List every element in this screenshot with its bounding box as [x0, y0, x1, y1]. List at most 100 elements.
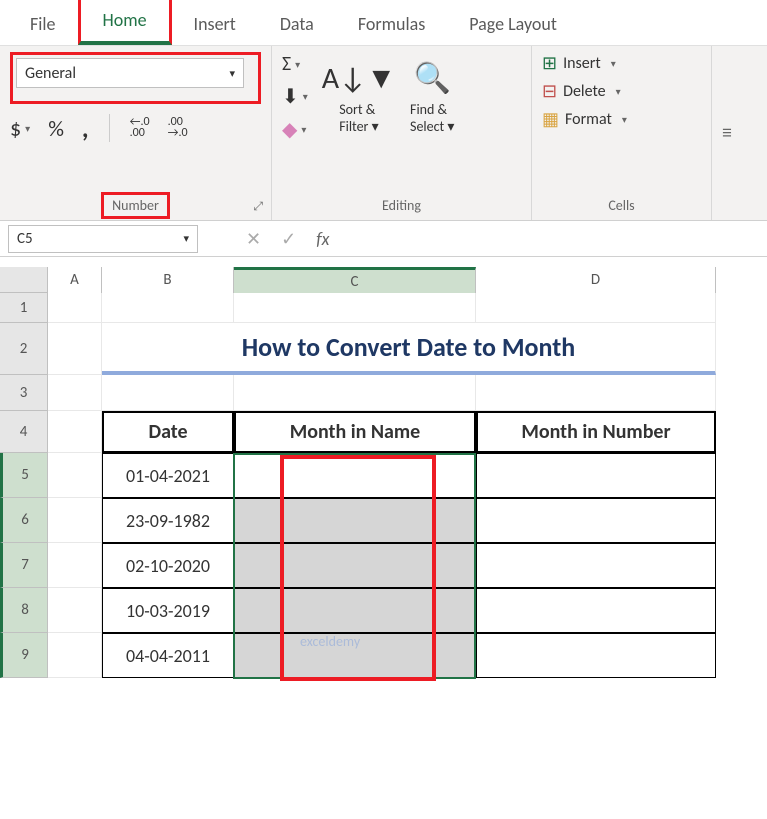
increase-decimal-button[interactable]: ←.0.00 — [130, 117, 150, 139]
chevron-down-icon: ▾ — [622, 113, 627, 126]
row-9: 9 04-04-2011 — [0, 633, 767, 678]
ribbon: General ▾ $▾ % , ←.0.00 .00→.0 Number ⤢ … — [0, 46, 767, 221]
insert-icon: ⊞ — [542, 52, 557, 74]
fx-icon[interactable]: fx — [316, 228, 329, 250]
cancel-icon[interactable]: ✕ — [246, 228, 261, 250]
row-header-9[interactable]: 9 — [0, 633, 48, 678]
chevron-down-icon: ▾ — [295, 58, 300, 71]
clear-button[interactable]: ◆▾ — [282, 117, 308, 142]
cell-a5[interactable] — [48, 453, 102, 498]
formula-bar: C5 ▾ ✕ ✓ fx — [0, 221, 767, 257]
insert-cells-button[interactable]: ⊞Insert▾ — [542, 52, 701, 74]
editing-group: Σ▾ ⬇▾ ◆▾ A↓▼ Sort &Filter ▾ 🔍 Find &Sele… — [272, 46, 532, 220]
menu-icon[interactable]: ≡ — [722, 121, 732, 145]
number-buttons: $▾ % , ←.0.00 .00→.0 — [10, 112, 261, 144]
col-header-d[interactable]: D — [476, 267, 716, 293]
cell-b7[interactable]: 02-10-2020 — [102, 543, 234, 588]
row-4: 4 Date Month in Name Month in Number — [0, 411, 767, 453]
cell-a6[interactable] — [48, 498, 102, 543]
cell-d7[interactable] — [476, 543, 716, 588]
chevron-down-icon: ▾ — [611, 57, 616, 70]
cell-d3[interactable] — [476, 375, 716, 411]
cell-c6[interactable] — [234, 498, 476, 543]
cell-a8[interactable] — [48, 588, 102, 633]
percent-button[interactable]: % — [48, 115, 64, 142]
row-header-4[interactable]: 4 — [0, 411, 48, 453]
watermark: exceldemy — [300, 633, 360, 650]
fill-button[interactable]: ⬇▾ — [282, 84, 308, 109]
tab-insert[interactable]: Insert — [172, 3, 258, 45]
cell-b3[interactable] — [102, 375, 234, 411]
delete-icon: ⊟ — [542, 80, 557, 102]
cell-d6[interactable] — [476, 498, 716, 543]
number-group: General ▾ $▾ % , ←.0.00 .00→.0 Number ⤢ — [0, 46, 272, 220]
find-icon: 🔍 — [414, 60, 451, 97]
row-header-2[interactable]: 2 — [0, 323, 48, 375]
row-6: 6 23-09-1982 — [0, 498, 767, 543]
cell-a4[interactable] — [48, 411, 102, 453]
cell-a3[interactable] — [48, 375, 102, 411]
ribbon-tabs: File Home Insert Data Formulas Page Layo… — [0, 0, 767, 46]
cell-c8[interactable] — [234, 588, 476, 633]
cell-c3[interactable] — [234, 375, 476, 411]
delete-cells-button[interactable]: ⊟Delete▾ — [542, 80, 701, 102]
cell-d8[interactable] — [476, 588, 716, 633]
row-header-8[interactable]: 8 — [0, 588, 48, 633]
row-header-6[interactable]: 6 — [0, 498, 48, 543]
chevron-down-icon: ▾ — [25, 122, 30, 135]
cell-b1[interactable] — [102, 293, 234, 323]
sigma-icon: Σ — [282, 52, 291, 76]
cell-a2[interactable] — [48, 323, 102, 375]
row-header-1[interactable]: 1 — [0, 293, 48, 323]
chevron-down-icon: ▾ — [229, 67, 235, 80]
sort-filter-button[interactable]: A↓▼ Sort &Filter ▾ — [322, 60, 396, 135]
header-date[interactable]: Date — [102, 411, 234, 453]
cell-a9[interactable] — [48, 633, 102, 678]
enter-icon[interactable]: ✓ — [281, 228, 296, 250]
tab-formulas[interactable]: Formulas — [336, 3, 447, 45]
row-header-7[interactable]: 7 — [0, 543, 48, 588]
row-2: 2 How to Convert Date to Month — [0, 323, 767, 375]
cell-b9[interactable]: 04-04-2011 — [102, 633, 234, 678]
select-all-corner[interactable] — [0, 267, 48, 293]
spreadsheet: A B C D 1 2 How to Convert Date to Month… — [0, 267, 767, 678]
number-format-dropdown[interactable]: General ▾ — [16, 58, 244, 88]
fill-icon: ⬇ — [282, 84, 299, 109]
cell-a7[interactable] — [48, 543, 102, 588]
header-month-num[interactable]: Month in Number — [476, 411, 716, 453]
chevron-down-icon: ▾ — [301, 123, 306, 136]
row-7: 7 02-10-2020 — [0, 543, 767, 588]
cell-c1[interactable] — [234, 293, 476, 323]
tab-file[interactable]: File — [8, 3, 78, 45]
cell-a1[interactable] — [48, 293, 102, 323]
cell-d1[interactable] — [476, 293, 716, 323]
autosum-button[interactable]: Σ▾ — [282, 52, 308, 76]
cell-b8[interactable]: 10-03-2019 — [102, 588, 234, 633]
cell-b5[interactable]: 01-04-2021 — [102, 453, 234, 498]
tab-page-layout[interactable]: Page Layout — [447, 3, 579, 45]
col-header-b[interactable]: B — [102, 267, 234, 293]
decrease-decimal-button[interactable]: .00→.0 — [168, 117, 188, 139]
name-box[interactable]: C5 ▾ — [8, 225, 198, 253]
row-header-5[interactable]: 5 — [0, 453, 48, 498]
dialog-launcher-icon[interactable]: ⤢ — [253, 200, 263, 214]
row-header-3[interactable]: 3 — [0, 375, 48, 411]
comma-button[interactable]: , — [82, 112, 89, 144]
col-header-c[interactable]: C — [234, 267, 476, 293]
cell-d9[interactable] — [476, 633, 716, 678]
currency-button[interactable]: $▾ — [10, 115, 30, 142]
cell-c7[interactable] — [234, 543, 476, 588]
cell-d5[interactable] — [476, 453, 716, 498]
find-select-button[interactable]: 🔍 Find &Select ▾ — [410, 60, 454, 135]
tab-data[interactable]: Data — [258, 3, 336, 45]
cell-c5[interactable] — [234, 453, 476, 498]
format-cells-button[interactable]: ▦Format▾ — [542, 108, 701, 130]
cell-b6[interactable]: 23-09-1982 — [102, 498, 234, 543]
cells-group-label: Cells — [542, 193, 701, 220]
tab-home[interactable]: Home — [78, 0, 172, 45]
col-header-a[interactable]: A — [48, 267, 102, 293]
chevron-down-icon: ▾ — [303, 90, 308, 103]
cell-title[interactable]: How to Convert Date to Month — [102, 323, 716, 375]
number-format-value: General — [25, 64, 76, 83]
header-month-name[interactable]: Month in Name — [234, 411, 476, 453]
